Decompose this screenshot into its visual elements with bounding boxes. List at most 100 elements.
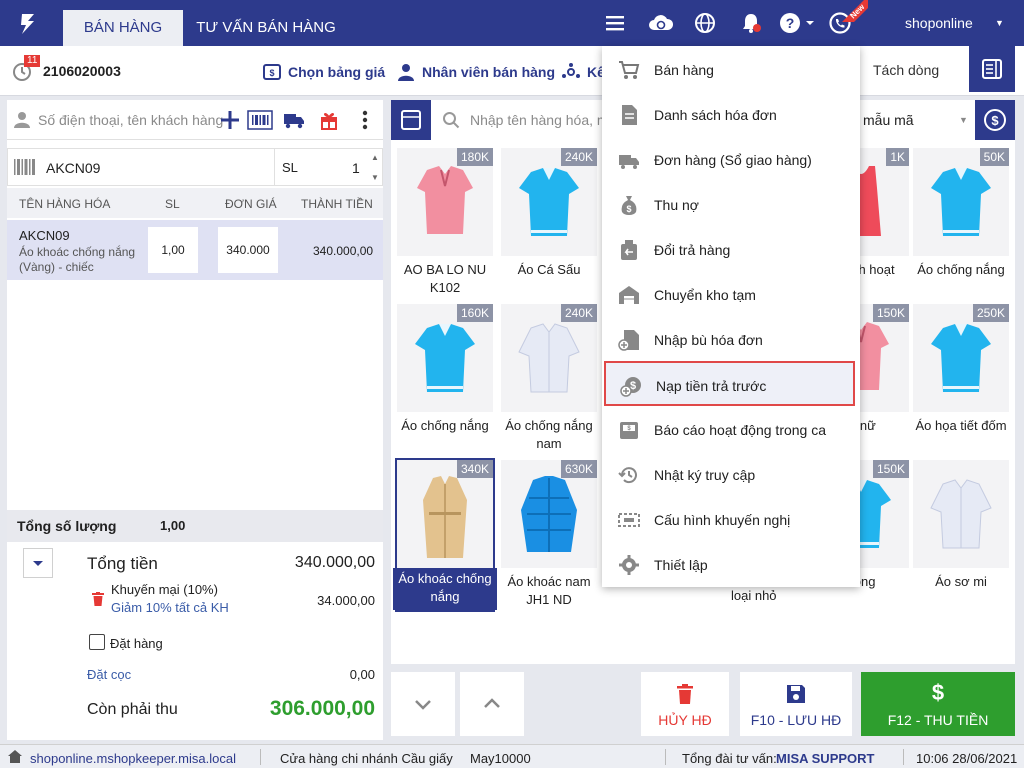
divider	[903, 749, 904, 765]
document-icon	[618, 104, 640, 126]
toggle-list-view-button[interactable]	[969, 46, 1015, 92]
menu-item-label: Đổi trả hàng	[654, 242, 731, 258]
svg-text:$: $	[269, 68, 274, 78]
cancel-invoice-button[interactable]: HỦY HĐ	[641, 672, 729, 736]
user-name[interactable]: shoponline	[905, 15, 973, 31]
total-quantity-label: Tổng số lượng	[17, 518, 117, 534]
product-card[interactable]: 50K Áo chống nắng	[913, 148, 1009, 298]
save-disk-icon	[787, 685, 805, 703]
money-bag-icon: $	[618, 194, 640, 216]
remove-promo-trash-icon[interactable]	[92, 592, 104, 606]
grid-view-toggle-button[interactable]	[391, 100, 431, 140]
product-search-input[interactable]: Nhập tên hàng hóa, m	[470, 112, 609, 128]
delivery-truck-icon[interactable]	[283, 111, 305, 129]
sales-staff-label: Nhân viên bán hàng	[422, 64, 556, 80]
cancel-invoice-label: HỦY HĐ	[658, 712, 712, 728]
more-options-icon[interactable]	[361, 110, 369, 130]
datetime: 10:06 28/06/2021	[916, 751, 1018, 766]
app-logo[interactable]	[14, 10, 42, 38]
filter-chevron-down-icon[interactable]: ▼	[959, 115, 968, 125]
product-card[interactable]: 340K Áo khoác chống nắng	[393, 458, 497, 612]
menu-item[interactable]: Chuyển kho tạm	[602, 272, 860, 317]
cart-line-row[interactable]: AKCN09 Áo khoác chống nắng (Vàng) - chiế…	[7, 220, 383, 280]
deposit-value: 0,00	[349, 667, 375, 682]
product-card[interactable]: 160K Áo chống nắng	[397, 304, 493, 454]
menu-item[interactable]: Bán hàng	[602, 47, 860, 92]
menu-item[interactable]: $ Báo cáo hoạt động trong ca	[602, 407, 860, 452]
menu-item[interactable]: Danh sách hóa đơn	[602, 92, 860, 137]
collapse-summary-button[interactable]	[23, 548, 53, 578]
quantity-label: SL	[282, 160, 298, 175]
quantity-up-icon[interactable]: ▲	[371, 153, 379, 162]
product-name: Áo họa tiết đốm	[915, 418, 1007, 433]
quantity-down-icon[interactable]: ▼	[371, 173, 379, 182]
menu-item[interactable]: Nhật ký truy cập	[602, 452, 860, 497]
menu-item-label: Thiết lập	[654, 557, 708, 573]
notification-bell-icon[interactable]	[739, 11, 763, 35]
hotline-link[interactable]: MISA SUPPORT	[776, 751, 874, 766]
price-toggle-button[interactable]: $	[975, 100, 1015, 140]
scroll-down-button[interactable]	[391, 672, 455, 736]
product-card[interactable]: 240K Áo chống nắng nam	[501, 304, 597, 454]
globe-icon[interactable]	[693, 11, 717, 35]
product-card[interactable]: 630K Áo khoác nam JH1 ND	[501, 460, 597, 610]
sales-staff-button[interactable]: Nhân viên bán hàng	[396, 62, 555, 82]
tab-ban-hang[interactable]: BÁN HÀNG	[63, 10, 183, 46]
collect-payment-button[interactable]: $ F12 - THU TIỀN	[861, 672, 1015, 736]
product-name: Áo khoác nam JH1 ND	[507, 574, 591, 607]
add-customer-icon[interactable]	[220, 110, 240, 130]
product-price-badge: 180K	[456, 148, 493, 166]
line-total: 340.000,00	[313, 244, 374, 258]
user-menu-caret-icon[interactable]: ▼	[995, 18, 1004, 28]
product-price-badge: 1K	[886, 148, 909, 166]
line-product-name: Áo khoác chống nắng (Vàng) - chiếc	[19, 245, 136, 274]
staff-icon	[398, 64, 414, 81]
line-price-input[interactable]: 340.000	[218, 227, 278, 273]
quantity-input[interactable]: 1	[352, 160, 360, 176]
barcode-scan-icon[interactable]	[247, 110, 273, 130]
gift-icon[interactable]	[319, 110, 339, 130]
scroll-up-button[interactable]	[460, 672, 524, 736]
menu-item-label: Thu nợ	[654, 197, 699, 213]
config-icon	[618, 509, 640, 531]
divider	[274, 149, 275, 185]
cloud-sync-icon[interactable]	[647, 11, 675, 35]
split-line-button[interactable]: Tách dòng	[873, 62, 939, 78]
product-filter-select[interactable]: mẫu mã	[863, 112, 914, 128]
menu-item[interactable]: Thiết lập	[602, 542, 860, 587]
place-order-checkbox[interactable]	[89, 634, 105, 650]
channel-button[interactable]: Kê	[561, 62, 605, 82]
product-price-badge: 240K	[560, 148, 597, 166]
hamburger-menu-icon[interactable]	[603, 11, 627, 35]
promotion-description[interactable]: Giảm 10% tất cả KH	[111, 600, 229, 615]
menu-item[interactable]: Cấu hình khuyến nghị	[602, 497, 860, 542]
menu-item-label: Nhật ký truy cập	[654, 467, 756, 483]
product-card[interactable]: Áo sơ mi	[913, 460, 1009, 610]
total-quantity-bar: Tổng số lượng 1,00	[7, 510, 383, 542]
product-card[interactable]: 240K Áo Cá Sấu	[501, 148, 597, 298]
customer-search-input[interactable]: Số điện thoại, tên khách hàng	[38, 112, 223, 128]
sku-input[interactable]: AKCN09	[46, 160, 100, 176]
help-icon[interactable]: ?	[779, 11, 817, 35]
tab-tu-van-ban-hang[interactable]: TƯ VẤN BÁN HÀNG	[195, 10, 337, 46]
save-invoice-button[interactable]: F10 - LƯU HĐ	[740, 672, 852, 736]
customer-row: Số điện thoại, tên khách hàng	[7, 100, 383, 140]
product-card[interactable]: 180K AO BA LO NU K102	[397, 148, 493, 298]
menu-item-label: Danh sách hóa đơn	[654, 107, 777, 123]
menu-item[interactable]: Nhập bù hóa đơn	[602, 317, 860, 362]
svg-text:?: ?	[786, 15, 795, 31]
product-name: Áo chống nắng	[917, 262, 1005, 277]
select-price-list-button[interactable]: $ Chọn bảng giá	[262, 62, 385, 82]
menu-item[interactable]: $ Nạp tiền trả trước	[604, 361, 855, 406]
menu-item[interactable]: Đơn hàng (Sổ giao hàng)	[602, 137, 860, 182]
line-qty-input[interactable]: 1,00	[148, 227, 198, 273]
product-price-badge: 240K	[560, 304, 597, 322]
menu-item[interactable]: $ Thu nợ	[602, 182, 860, 227]
menu-item-label: Báo cáo hoạt động trong ca	[654, 422, 827, 438]
domain-link[interactable]: shoponline.mshopkeeper.misa.local	[30, 751, 236, 766]
product-price-badge: 250K	[972, 304, 1009, 322]
deposit-label[interactable]: Đặt cọc	[87, 667, 131, 682]
menu-item-label: Cấu hình khuyến nghị	[654, 512, 791, 528]
product-card[interactable]: 250K Áo họa tiết đốm	[913, 304, 1009, 454]
menu-item[interactable]: Đổi trả hàng	[602, 227, 860, 272]
